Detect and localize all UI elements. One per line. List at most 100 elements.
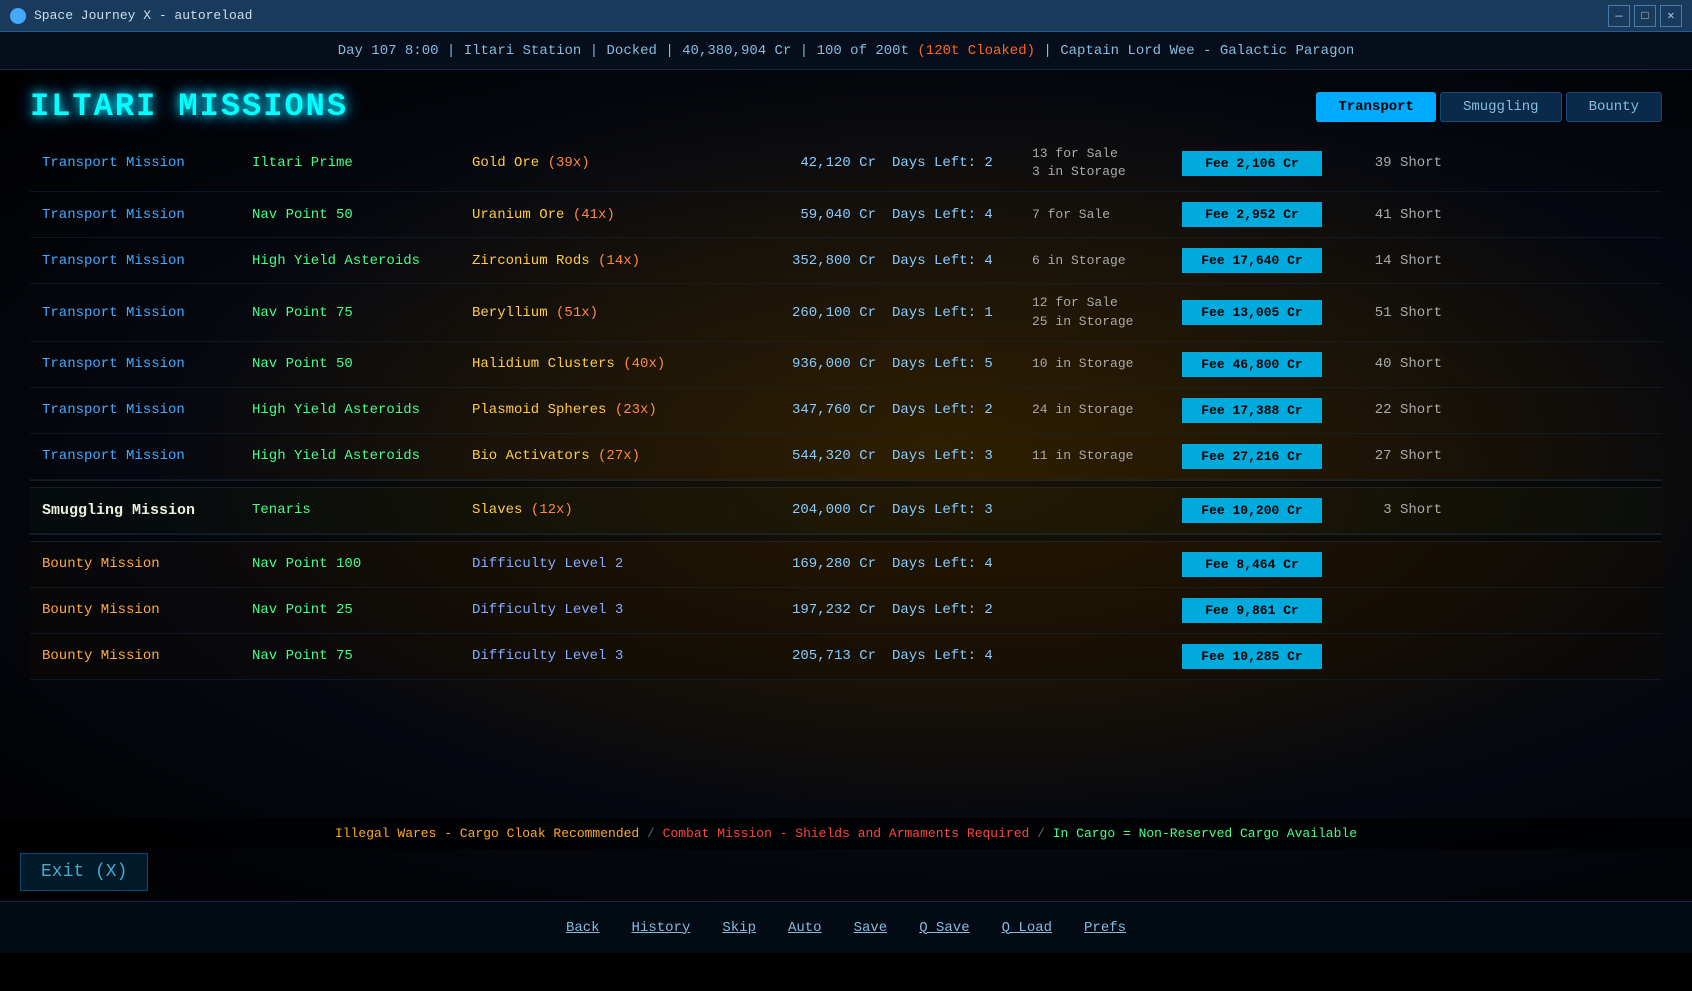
transport-row[interactable]: Transport Mission High Yield Asteroids Z… [30, 238, 1662, 284]
mission-value: 197,232 Cr [752, 602, 892, 618]
accept-mission-button[interactable]: Fee 9,861 Cr [1182, 598, 1322, 623]
mission-fee-col: Fee 10,200 Cr [1182, 498, 1342, 523]
main-area: ILTARI MISSIONS Transport Smuggling Boun… [0, 70, 1692, 901]
close-button[interactable]: ✕ [1660, 5, 1682, 27]
mission-list: Transport Mission Iltari Prime Gold Ore … [0, 135, 1692, 680]
transport-row[interactable]: Transport Mission Nav Point 50 Uranium O… [30, 192, 1662, 238]
accept-mission-button[interactable]: Fee 10,200 Cr [1182, 498, 1322, 523]
nav-button-q-save[interactable]: Q Save [919, 920, 969, 936]
mission-destination: High Yield Asteroids [252, 402, 472, 418]
legend-sep1: / [647, 826, 663, 841]
accept-mission-button[interactable]: Fee 2,106 Cr [1182, 151, 1322, 176]
status-bar: Day 107 8:00 | Iltari Station | Docked |… [0, 32, 1692, 70]
mission-destination: Nav Point 25 [252, 602, 472, 618]
titlebar: Space Journey X - autoreload — □ ✕ [0, 0, 1692, 32]
mission-stock: 13 for Sale3 in Storage [1032, 145, 1182, 181]
mission-type: Transport Mission [42, 305, 252, 321]
minimize-button[interactable]: — [1608, 5, 1630, 27]
smuggling-section: Smuggling Mission Tenaris Slaves (12x) 2… [30, 488, 1662, 534]
cloaked-status: (120t Cloaked) [917, 43, 1035, 59]
transport-row[interactable]: Transport Mission High Yield Asteroids B… [30, 434, 1662, 480]
mission-short: 40 Short [1342, 356, 1442, 372]
legend-cargo: In Cargo = Non-Reserved Cargo Available [1053, 826, 1357, 841]
mission-days: Days Left: 2 [892, 402, 1032, 418]
accept-mission-button[interactable]: Fee 17,640 Cr [1182, 248, 1322, 273]
mission-type: Transport Mission [42, 448, 252, 464]
nav-button-q-load[interactable]: Q Load [1002, 920, 1052, 936]
mission-type: Transport Mission [42, 155, 252, 171]
mission-cargo: Slaves (12x) [472, 502, 752, 518]
transport-row[interactable]: Transport Mission Nav Point 75 Beryllium… [30, 284, 1662, 341]
mission-cargo: Zirconium Rods (14x) [472, 253, 752, 269]
section-divider-2 [30, 534, 1662, 542]
mission-value: 205,713 Cr [752, 648, 892, 664]
nav-button-save[interactable]: Save [854, 920, 888, 936]
captain-info: Captain Lord Wee - Galactic Paragon [1060, 43, 1354, 59]
mission-destination: Nav Point 50 [252, 207, 472, 223]
nav-button-skip[interactable]: Skip [722, 920, 756, 936]
accept-mission-button[interactable]: Fee 27,216 Cr [1182, 444, 1322, 469]
mission-value: 59,040 Cr [752, 207, 892, 223]
transport-section: Transport Mission Iltari Prime Gold Ore … [30, 135, 1662, 480]
mission-fee-col: Fee 13,005 Cr [1182, 300, 1342, 325]
nav-button-prefs[interactable]: Prefs [1084, 920, 1126, 936]
transport-row[interactable]: Transport Mission Nav Point 50 Halidium … [30, 342, 1662, 388]
mission-cargo: Bio Activators (27x) [472, 448, 752, 464]
mission-days: Days Left: 3 [892, 502, 1032, 518]
bounty-row[interactable]: Bounty Mission Nav Point 25 Difficulty L… [30, 588, 1662, 634]
mission-days: Days Left: 4 [892, 648, 1032, 664]
tab-transport[interactable]: Transport [1316, 92, 1436, 122]
mission-fee-col: Fee 17,388 Cr [1182, 398, 1342, 423]
bottom-nav: Back History Skip Auto Save Q Save Q Load Prefs [0, 901, 1692, 953]
mission-value: 347,760 Cr [752, 402, 892, 418]
mission-stock: 11 in Storage [1032, 447, 1182, 465]
accept-mission-button[interactable]: Fee 2,952 Cr [1182, 202, 1322, 227]
mission-type: Transport Mission [42, 253, 252, 269]
bounty-row[interactable]: Bounty Mission Nav Point 100 Difficulty … [30, 542, 1662, 588]
tab-smuggling[interactable]: Smuggling [1440, 92, 1562, 122]
nav-button-history[interactable]: History [632, 920, 691, 936]
nav-button-back[interactable]: Back [566, 920, 600, 936]
mission-destination: High Yield Asteroids [252, 253, 472, 269]
accept-mission-button[interactable]: Fee 10,285 Cr [1182, 644, 1322, 669]
mission-fee-col: Fee 46,800 Cr [1182, 352, 1342, 377]
accept-mission-button[interactable]: Fee 8,464 Cr [1182, 552, 1322, 577]
mission-destination: Nav Point 50 [252, 356, 472, 372]
mission-difficulty: Difficulty Level 3 [472, 648, 752, 664]
mission-cargo: Beryllium (51x) [472, 305, 752, 321]
mission-type: Transport Mission [42, 402, 252, 418]
mission-destination: Nav Point 100 [252, 556, 472, 572]
mission-difficulty: Difficulty Level 2 [472, 556, 752, 572]
mission-difficulty: Difficulty Level 3 [472, 602, 752, 618]
mission-value: 169,280 Cr [752, 556, 892, 572]
header-area: ILTARI MISSIONS Transport Smuggling Boun… [0, 70, 1692, 135]
transport-row[interactable]: Transport Mission High Yield Asteroids P… [30, 388, 1662, 434]
bounty-row[interactable]: Bounty Mission Nav Point 75 Difficulty L… [30, 634, 1662, 680]
mission-days: Days Left: 2 [892, 602, 1032, 618]
status-text: Day 107 8:00 | Iltari Station | Docked |… [338, 43, 909, 59]
page-title: ILTARI MISSIONS [30, 88, 348, 125]
mission-type: Transport Mission [42, 356, 252, 372]
mission-stock: 10 in Storage [1032, 355, 1182, 373]
transport-row[interactable]: Transport Mission Iltari Prime Gold Ore … [30, 135, 1662, 192]
accept-mission-button[interactable]: Fee 13,005 Cr [1182, 300, 1322, 325]
mission-value: 260,100 Cr [752, 305, 892, 321]
mission-short: 14 Short [1342, 253, 1442, 269]
mission-days: Days Left: 4 [892, 556, 1032, 572]
mission-cargo: Uranium Ore (41x) [472, 207, 752, 223]
exit-button[interactable]: Exit (X) [20, 853, 148, 891]
smuggling-row[interactable]: Smuggling Mission Tenaris Slaves (12x) 2… [30, 488, 1662, 534]
mission-short: 27 Short [1342, 448, 1442, 464]
tab-group: Transport Smuggling Bounty [1316, 92, 1662, 122]
accept-mission-button[interactable]: Fee 17,388 Cr [1182, 398, 1322, 423]
tab-bounty[interactable]: Bounty [1566, 92, 1662, 122]
nav-button-auto[interactable]: Auto [788, 920, 822, 936]
mission-destination: Nav Point 75 [252, 305, 472, 321]
mission-stock: 6 in Storage [1032, 252, 1182, 270]
mission-value: 544,320 Cr [752, 448, 892, 464]
mission-cargo: Gold Ore (39x) [472, 155, 752, 171]
maximize-button[interactable]: □ [1634, 5, 1656, 27]
mission-cargo: Halidium Clusters (40x) [472, 356, 752, 372]
accept-mission-button[interactable]: Fee 46,800 Cr [1182, 352, 1322, 377]
mission-fee-col: Fee 8,464 Cr [1182, 552, 1342, 577]
